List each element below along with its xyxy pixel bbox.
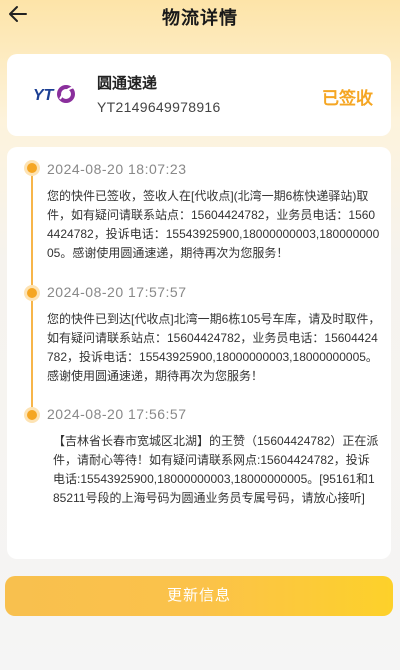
header: 物流详情 <box>0 0 400 34</box>
status-badge: 已签收 <box>322 89 373 108</box>
carrier-card: YT 圆通速递 YT2149649978916 已签收 <box>7 54 391 136</box>
timeline-text: 您的快件已签收，签收人在[代收点](北湾一期6栋快递驿站)取件，如有疑问请联系站… <box>47 189 380 260</box>
timeline-entry: 2024-08-20 18:07:23 您的快件已签收，签收人在[代收点](北湾… <box>47 161 381 263</box>
carrier-name: 圆通速递 <box>97 75 158 92</box>
timeline-text: 您的快件已到达[代收点]北湾一期6栋105号车库，请及时取件，如有疑问请联系站点… <box>47 312 381 383</box>
timeline-dot <box>27 410 37 420</box>
page-title: 物流详情 <box>162 8 238 28</box>
timeline-entry: 2024-08-20 17:57:57 您的快件已到达[代收点]北湾一期6栋10… <box>47 284 381 386</box>
timeline-time: 2024-08-20 17:56:57 <box>47 406 187 422</box>
tracking-number: YT2149649978916 <box>97 99 221 115</box>
timeline-dot <box>27 288 37 298</box>
svg-text:YT: YT <box>33 87 55 104</box>
timeline-text: 【吉林省长春市宽城区北湖】的王赞（15604424782）正在派件，请耐心等待！… <box>53 434 379 505</box>
timeline-entry: 2024-08-20 17:56:57 【吉林省长春市宽城区北湖】的王赞（156… <box>47 406 381 508</box>
carrier-logo: YT <box>31 82 81 106</box>
timeline-dot <box>27 163 37 173</box>
timeline-time: 2024-08-20 17:57:57 <box>47 284 187 300</box>
timeline-time: 2024-08-20 18:07:23 <box>47 161 187 177</box>
timeline-card: 2024-08-20 18:07:23 您的快件已签收，签收人在[代收点](北湾… <box>7 147 391 559</box>
refresh-info-button[interactable]: 更新信息 <box>5 576 393 616</box>
